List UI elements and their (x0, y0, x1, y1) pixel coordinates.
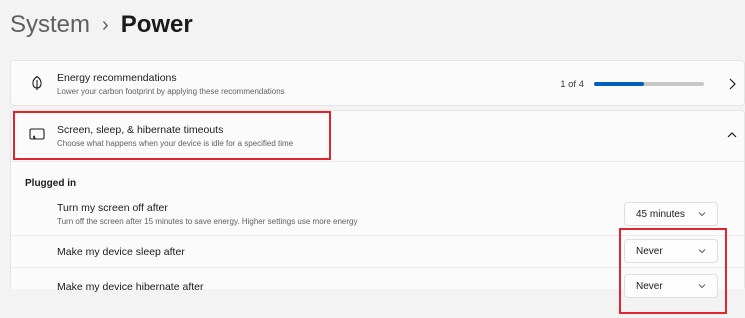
sleep-title: Make my device sleep after (57, 246, 185, 258)
divider (11, 161, 744, 162)
hibernate-row: Make my device hibernate after Never (11, 268, 744, 298)
breadcrumb-system-link[interactable]: System (10, 8, 90, 42)
chevron-down-icon (698, 212, 706, 217)
leaf-icon (32, 75, 42, 90)
hibernate-dropdown-value: Never (636, 280, 663, 292)
screen-sleep-icon (29, 128, 45, 140)
hibernate-title: Make my device hibernate after (57, 281, 204, 293)
screen-off-dropdown[interactable]: 45 minutes (624, 202, 718, 226)
energy-recommendations-card[interactable]: Energy recommendations Lower your carbon… (10, 60, 745, 106)
screen-off-subtitle: Turn off the screen after 15 minutes to … (57, 217, 358, 226)
breadcrumb-separator-icon: › (102, 14, 109, 36)
screen-off-dropdown-value: 45 minutes (636, 208, 685, 220)
sleep-dropdown[interactable]: Never (624, 239, 718, 263)
sleep-row: Make my device sleep after Never (11, 236, 744, 267)
energy-progress-text: 1 of 4 (560, 78, 584, 90)
energy-progress-track (594, 82, 704, 86)
screen-off-title: Turn my screen off after (57, 202, 168, 214)
screen-sleep-hibernate-title: Screen, sleep, & hibernate timeouts (57, 124, 224, 136)
breadcrumb: System › Power (10, 8, 193, 42)
screen-sleep-hibernate-header[interactable]: Screen, sleep, & hibernate timeouts Choo… (11, 111, 744, 161)
energy-progress-fill (594, 82, 644, 86)
energy-progress: 1 of 4 (560, 76, 704, 92)
page-title: Power (120, 11, 193, 38)
chevron-down-icon (698, 249, 706, 254)
plugged-in-section-label: Plugged in (25, 178, 77, 189)
hibernate-dropdown[interactable]: Never (624, 274, 718, 298)
energy-recommendations-subtitle: Lower your carbon footprint by applying … (57, 87, 285, 96)
screen-off-row: Turn my screen off after Turn off the sc… (11, 197, 744, 234)
sleep-dropdown-value: Never (636, 245, 663, 257)
chevron-down-icon (698, 284, 706, 289)
screen-sleep-hibernate-subtitle: Choose what happens when your device is … (57, 139, 294, 148)
chevron-right-icon[interactable] (726, 77, 738, 91)
screen-sleep-hibernate-card: Screen, sleep, & hibernate timeouts Choo… (10, 110, 745, 298)
chevron-up-icon[interactable] (726, 130, 738, 140)
energy-recommendations-title: Energy recommendations (57, 72, 177, 84)
